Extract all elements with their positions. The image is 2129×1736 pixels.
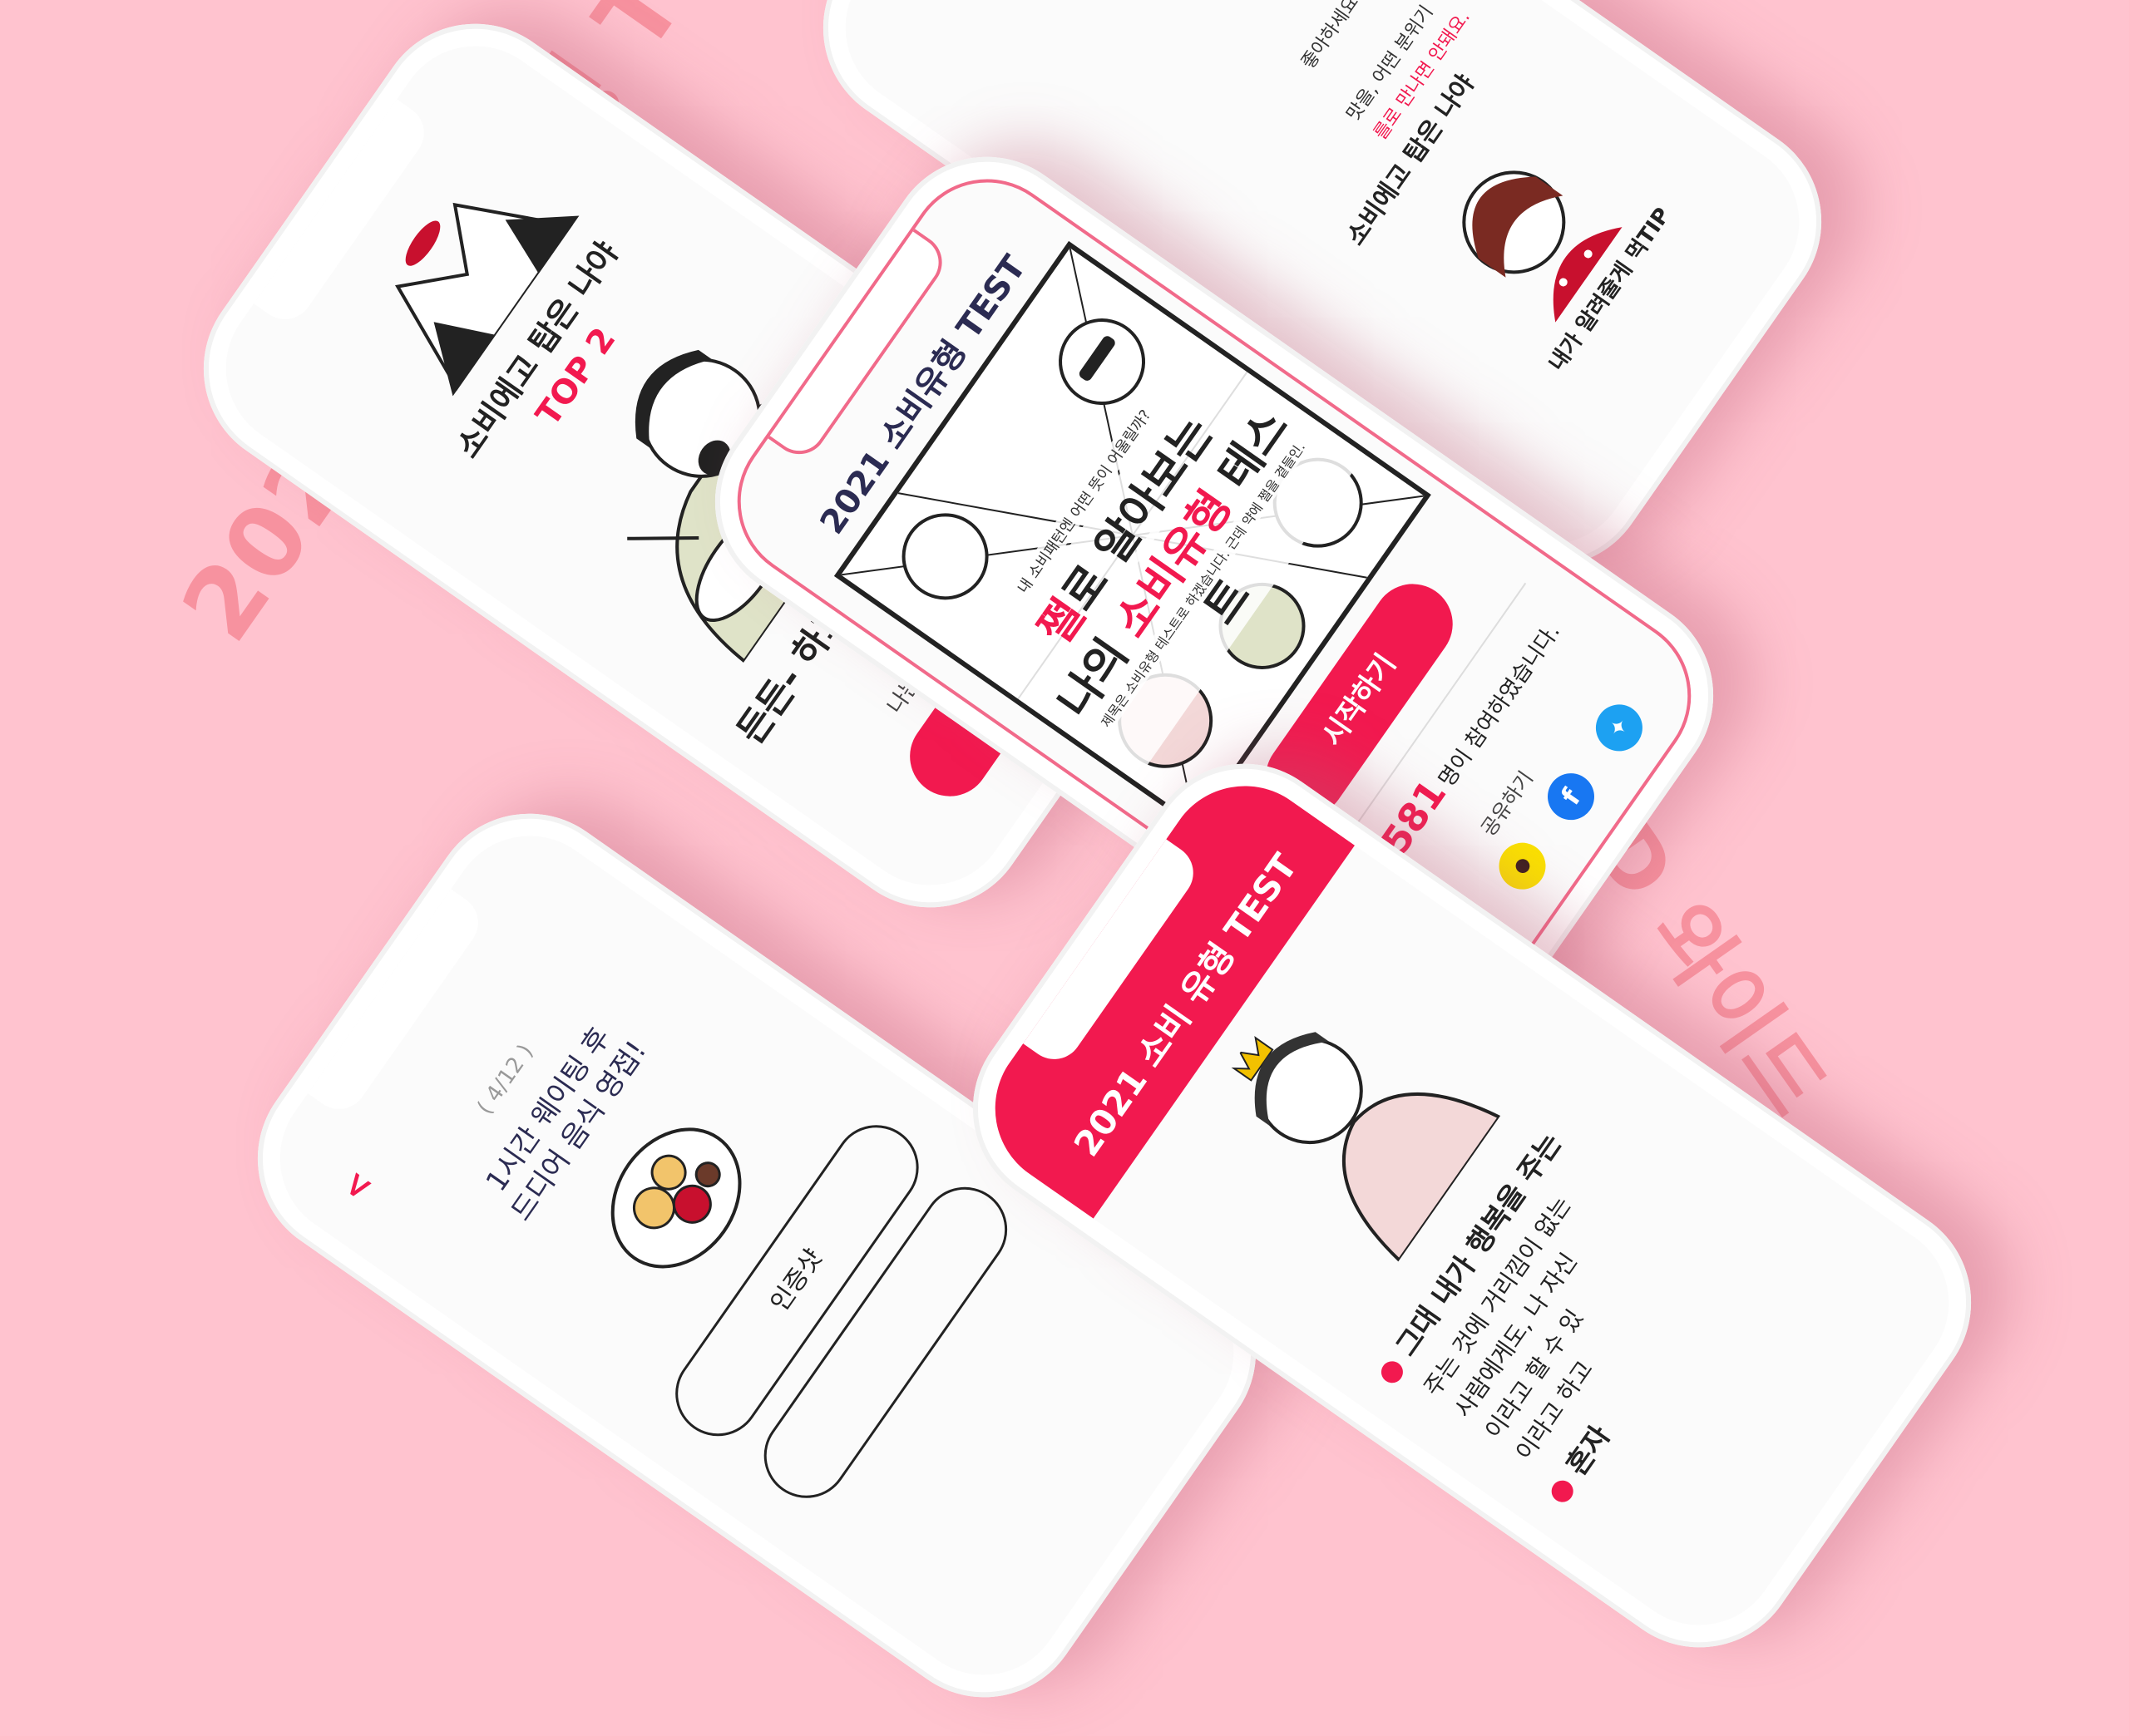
facebook-icon[interactable]: f: [1538, 764, 1603, 830]
notch: [308, 889, 490, 1121]
canvas: { "background": {"color": "#ffc3cf", "ac…: [0, 0, 2129, 1736]
phone-top-partial-line: 좋아하세요.: [1297, 0, 1367, 73]
bullet-heading-2-text: 혼자: [1559, 1419, 1618, 1482]
twitter-icon[interactable]: ✦: [1586, 695, 1652, 761]
back-button[interactable]: <: [333, 1164, 381, 1209]
kakaotalk-icon[interactable]: ●: [1489, 833, 1555, 899]
